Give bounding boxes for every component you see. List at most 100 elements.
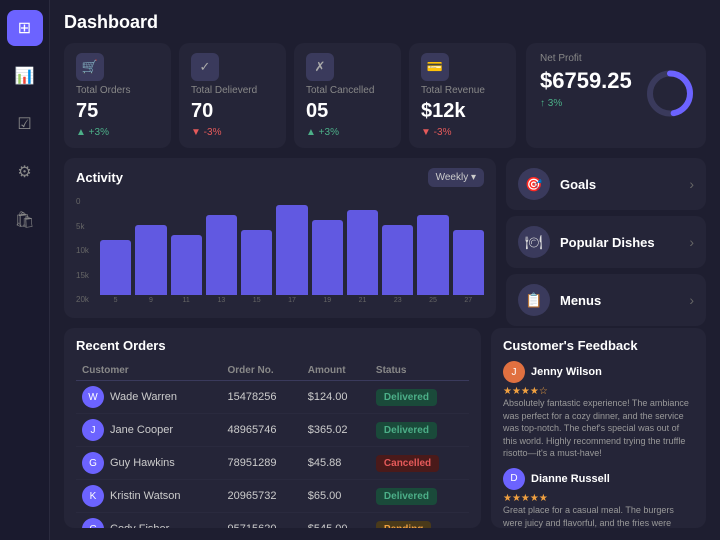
sidebar-icon-orders[interactable]: ☑ xyxy=(7,106,43,142)
stat-icon-3: 💳 xyxy=(421,53,449,81)
bar xyxy=(241,230,272,295)
stat-change-1: ▼ -3% xyxy=(191,127,274,138)
amount-cell: $365.02 xyxy=(302,414,370,447)
bottom-row: Recent Orders CustomerOrder No.AmountSta… xyxy=(64,328,706,528)
bar-column: 27 xyxy=(453,230,484,304)
y-label: 5k xyxy=(76,222,92,231)
orders-header-row: CustomerOrder No.AmountStatus xyxy=(76,361,469,381)
main-content: Dashboard 🛒 Total Orders 75 ▲ +3% ✓ Tota… xyxy=(50,0,720,540)
bar-label: 25 xyxy=(429,297,437,304)
y-label: 0 xyxy=(76,197,92,206)
stat-label-0: Total Orders xyxy=(76,85,159,96)
status-cell: Cancelled xyxy=(370,447,469,480)
feedback-stars: ★★★★★ xyxy=(503,493,694,504)
recent-orders-card: Recent Orders CustomerOrder No.AmountSta… xyxy=(64,328,481,528)
bar-label: 23 xyxy=(394,297,402,304)
sidebar-icon-chart[interactable]: 📊 xyxy=(7,58,43,94)
activity-card: Activity Weekly ▾ 20k15k10k5k0 5 9 11 13… xyxy=(64,158,496,318)
feedback-name: Jenny Wilson xyxy=(531,366,602,378)
order-no-cell: 48965746 xyxy=(222,414,302,447)
amount-cell: $545.00 xyxy=(302,513,370,529)
status-badge: Pending xyxy=(376,521,431,528)
bar-column: 9 xyxy=(135,225,166,304)
bar-label: 5 xyxy=(114,297,118,304)
status-badge: Delivered xyxy=(376,422,437,439)
y-axis-labels: 20k15k10k5k0 xyxy=(76,197,96,304)
weekly-filter-button[interactable]: Weekly ▾ xyxy=(428,168,484,187)
customer-cell: J Jane Cooper xyxy=(76,414,222,447)
stat-label-1: Total Delieverd xyxy=(191,85,274,96)
bar-label: 9 xyxy=(149,297,153,304)
y-label: 20k xyxy=(76,295,92,304)
feedback-title: Customer's Feedback xyxy=(503,338,694,353)
feedback-text: Great place for a casual meal. The burge… xyxy=(503,504,694,528)
bar-label: 15 xyxy=(253,297,261,304)
quick-link-label: Goals xyxy=(560,177,679,192)
bar xyxy=(312,220,343,295)
y-label: 10k xyxy=(76,246,92,255)
sidebar: ⊞ 📊 ☑ ⚙ 🛍 xyxy=(0,0,50,540)
status-badge: Cancelled xyxy=(376,455,439,472)
stat-card-3: 💳 Total Revenue $12k ▼ -3% xyxy=(409,43,516,148)
status-cell: Pending xyxy=(370,513,469,529)
bar-label: 13 xyxy=(218,297,226,304)
bar-label: 27 xyxy=(464,297,472,304)
bar xyxy=(100,240,131,295)
customer-name: Wade Warren xyxy=(110,391,177,403)
quick-link-icon: 🍽 xyxy=(518,226,550,258)
bar xyxy=(206,215,237,295)
bars-container: 5 9 11 13 15 17 19 21 23 25 27 xyxy=(100,205,484,304)
bar-column: 11 xyxy=(171,235,202,304)
stat-change-3: ▼ -3% xyxy=(421,127,504,138)
customer-name: Jane Cooper xyxy=(110,424,173,436)
status-badge: Delivered xyxy=(376,389,437,406)
quick-link-goals[interactable]: 🎯 Goals › xyxy=(506,158,706,210)
bar-column: 25 xyxy=(417,215,448,304)
quick-link-arrow-icon: › xyxy=(689,292,694,308)
avatar: G xyxy=(82,452,104,474)
quick-link-arrow-icon: › xyxy=(689,176,694,192)
col-header-order-no.: Order No. xyxy=(222,361,302,381)
quick-link-label: Popular Dishes xyxy=(560,235,679,250)
order-no-cell: 95715620 xyxy=(222,513,302,529)
quick-link-arrow-icon: › xyxy=(689,234,694,250)
customer-name: Kristin Watson xyxy=(110,490,181,502)
bar-column: 19 xyxy=(312,220,343,304)
stat-label-3: Total Revenue xyxy=(421,85,504,96)
orders-table-body: W Wade Warren 15478256 $124.00 Delivered… xyxy=(76,381,469,529)
feedback-avatar: D xyxy=(503,468,525,490)
avatar: C xyxy=(82,518,104,528)
bar-label: 21 xyxy=(359,297,367,304)
status-cell: Delivered xyxy=(370,381,469,414)
donut-chart xyxy=(644,67,696,124)
col-header-status: Status xyxy=(370,361,469,381)
net-profit-label: Net Profit xyxy=(540,53,692,64)
quick-link-popular-dishes[interactable]: 🍽 Popular Dishes › xyxy=(506,216,706,268)
bar xyxy=(276,205,307,295)
customer-cell: C Cody Fisher xyxy=(76,513,222,529)
sidebar-icon-settings[interactable]: ⚙ xyxy=(7,154,43,190)
feedback-item: D Dianne Russell ★★★★★ Great place for a… xyxy=(503,468,694,528)
quick-link-icon: 📋 xyxy=(518,284,550,316)
customer-cell: G Guy Hawkins xyxy=(76,447,222,480)
customer-feedback-card: Customer's Feedback J Jenny Wilson ★★★★☆… xyxy=(491,328,706,528)
sidebar-icon-home[interactable]: ⊞ xyxy=(7,10,43,46)
quick-link-label: Menus xyxy=(560,293,679,308)
customer-cell: K Kristin Watson xyxy=(76,480,222,513)
bar xyxy=(382,225,413,295)
avatar: J xyxy=(82,419,104,441)
sidebar-icon-bag[interactable]: 🛍 xyxy=(7,202,43,238)
net-profit-card: Net Profit $6759.25 ↑ 3% xyxy=(526,43,706,148)
table-row: K Kristin Watson 20965732 $65.00 Deliver… xyxy=(76,480,469,513)
customer-name: Guy Hawkins xyxy=(110,457,175,469)
status-cell: Delivered xyxy=(370,480,469,513)
activity-header: Activity Weekly ▾ xyxy=(76,168,484,187)
feedback-avatar: J xyxy=(503,361,525,383)
stat-value-0: 75 xyxy=(76,100,159,123)
status-cell: Delivered xyxy=(370,414,469,447)
activity-title: Activity xyxy=(76,170,123,185)
bar xyxy=(347,210,378,295)
content-area: Dashboard 🛒 Total Orders 75 ▲ +3% ✓ Tota… xyxy=(50,0,720,540)
quick-link-menus[interactable]: 📋 Menus › xyxy=(506,274,706,326)
bar xyxy=(135,225,166,295)
